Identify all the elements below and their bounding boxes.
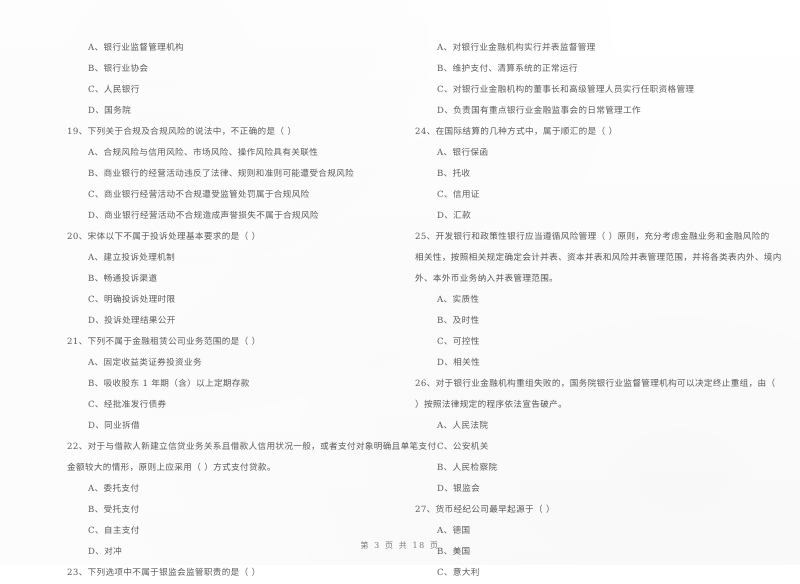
question-line: 22、对于与借款人新建立信贷业务关系且借款人信用状况一般，或者支付对象明确且单笔… xyxy=(67,442,437,452)
right-text-column: A、对银行业金融机构实行并表监督管理 B、维护支付、清算系统的正常运行 C、对银行业… xyxy=(400,0,800,578)
question-line: 23、下列选项中不属于银监会监管职责的是（ ） xyxy=(67,568,261,578)
answer-option: B、人民检察院 xyxy=(437,463,498,473)
question-line: 19、下列关于合规及合规风险的说法中，不正确的是（ ） xyxy=(67,127,297,137)
question-line: 24、在国际结算的几种方式中，属于顺汇的是（ ） xyxy=(415,127,618,137)
answer-option: C、人民银行 xyxy=(88,85,140,95)
answer-option: A、银行业监督管理机构 xyxy=(88,43,184,53)
answer-option: B、吸收股东 1 年期（含）以上定期存款 xyxy=(88,379,250,389)
answer-option: B、畅通投诉渠道 xyxy=(88,274,158,284)
answer-option: C、公安机关 xyxy=(437,442,489,452)
answer-option: A、固定收益类证券投资业务 xyxy=(88,358,202,368)
answer-option: D、银监会 xyxy=(437,484,481,494)
answer-option: A、对银行业金融机构实行并表监督管理 xyxy=(437,43,596,53)
question-line: 27、货币经纪公司最早起源于（ ） xyxy=(415,505,555,515)
answer-option: D、同业拆借 xyxy=(88,421,140,431)
scanned-page: A、银行业监督管理机构 B、银行业协会 C、人民银行 D、国务院 19、下列关于合规及合… xyxy=(0,0,800,578)
answer-option: A、德国 xyxy=(437,526,471,536)
answer-option: D、国务院 xyxy=(88,106,132,116)
question-continuation-line: 相关性，按照相关规定确定会计并表、资本并表和风险并表管理范围，并将各类表内外、境… xyxy=(415,253,782,263)
answer-option: D、商业银行经营活动不合规造成声誉损失不属于合规风险 xyxy=(88,211,319,221)
answer-option: C、商业银行经营活动不合规遭受监管处罚属于合规风险 xyxy=(88,190,310,200)
answer-option: C、可控性 xyxy=(437,337,480,347)
answer-option: D、投诉处理结果公开 xyxy=(88,316,176,326)
answer-option: B、商业银行的经营活动违反了法律、规则和准则可能遭受合规风险 xyxy=(88,169,355,179)
question-line: 26、对于银行业金融机构重组失败的，国务院银行业监督管理机构可以决定终止重组，由… xyxy=(415,379,776,389)
question-line: 25、开发银行和政策性银行应当遵循风险管理（ ）原则，充分考虑金融业务和金融风险… xyxy=(415,232,770,242)
question-line: 20、宋体以下不属于投诉处理基本要求的是（ ） xyxy=(67,232,261,242)
question-line: 21、下列不属于金融租赁公司业务范围的是（ ） xyxy=(67,337,261,347)
answer-option: D、相关性 xyxy=(437,358,481,368)
left-text-column: A、银行业监督管理机构 B、银行业协会 C、人民银行 D、国务院 19、下列关于合规及合… xyxy=(0,0,436,578)
answer-option: B、受托支付 xyxy=(88,505,140,515)
right-column-blocks: A、对银行业金融机构实行并表监督管理 B、维护支付、清算系统的正常运行 C、对银行业… xyxy=(415,38,782,584)
question-continuation-line: ）按照法律规定的程序依法宣告破产。 xyxy=(415,400,568,410)
answer-option: B、维护支付、清算系统的正常运行 xyxy=(437,64,578,74)
answer-option: B、托收 xyxy=(437,169,471,179)
answer-option: A、建立投诉处理机制 xyxy=(88,253,176,263)
answer-option: C、对银行业金融机构的董事长和高级管理人员实行任职资格管理 xyxy=(437,85,695,95)
answer-option: B、银行业协会 xyxy=(88,64,149,74)
answer-option: A、委托支付 xyxy=(88,484,140,494)
question-continuation-line: 外、本外币业务纳入并表管理范围。 xyxy=(415,274,559,284)
answer-option: B、及时性 xyxy=(437,316,480,326)
page-footer: 第 3 页 共 18 页 xyxy=(360,541,440,550)
answer-option: C、明确投诉处理时限 xyxy=(88,295,176,305)
answer-option: A、合规风险与信用风险、市场风险、操作风险具有关联性 xyxy=(88,148,319,158)
answer-option: C、信用证 xyxy=(437,190,480,200)
question-continuation-line: 金额较大的情形，原则上应采用（ ）方式支付贷款。 xyxy=(67,463,276,473)
answer-option: D、负责国有重点银行业金融监事会的日常管理工作 xyxy=(437,106,642,116)
two-column-layout: A、银行业监督管理机构 B、银行业协会 C、人民银行 D、国务院 19、下列关于合规及合… xyxy=(0,0,800,578)
answer-option: A、实质性 xyxy=(437,295,480,305)
answer-option: C、自主支付 xyxy=(88,526,140,536)
answer-option: C、意大利 xyxy=(437,568,480,578)
answer-option: C、经批准发行债券 xyxy=(88,400,167,410)
left-column-blocks: A、银行业监督管理机构 B、银行业协会 C、人民银行 D、国务院 19、下列关于合规及合… xyxy=(67,38,437,584)
answer-option: A、人民法院 xyxy=(437,421,489,431)
answer-option: D、汇款 xyxy=(437,211,472,221)
answer-option: A、银行保函 xyxy=(437,148,489,158)
